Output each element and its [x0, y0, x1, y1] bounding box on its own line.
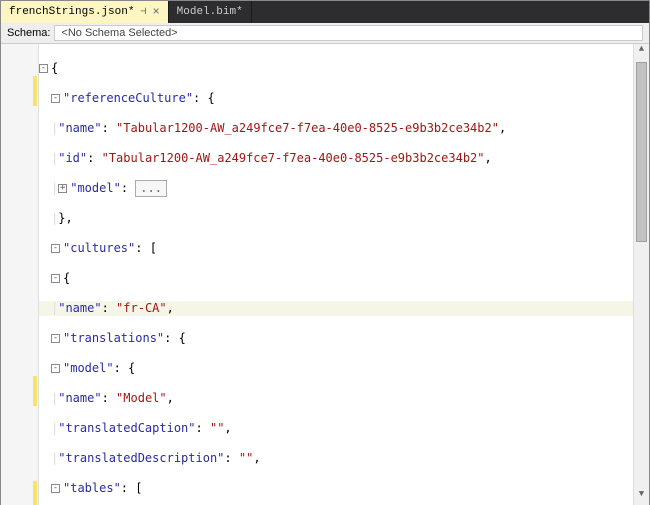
- json-key: "id": [58, 151, 87, 166]
- json-string: "": [210, 421, 224, 436]
- json-key: "tables": [63, 481, 121, 496]
- scroll-up-icon[interactable]: ▲: [634, 44, 649, 60]
- tab-model-bim[interactable]: Model.bim*: [169, 1, 252, 23]
- json-key: "translatedDescription": [58, 451, 224, 466]
- json-key: "model": [63, 361, 114, 376]
- vertical-scrollbar[interactable]: ▲ ▼: [633, 44, 649, 505]
- json-key: "cultures": [63, 241, 135, 256]
- change-marker: [33, 376, 37, 406]
- scroll-thumb[interactable]: [636, 62, 647, 242]
- change-marker: [33, 76, 37, 106]
- scroll-down-icon[interactable]: ▼: [634, 489, 649, 505]
- fold-icon[interactable]: -: [39, 64, 48, 73]
- json-string: "Model": [116, 391, 167, 406]
- fold-icon[interactable]: -: [51, 484, 60, 493]
- json-string: "Tabular1200-AW_a249fce7-f7ea-40e0-8525-…: [102, 151, 485, 166]
- json-key: "name": [58, 121, 101, 136]
- json-key: "referenceCulture": [63, 91, 193, 106]
- editor-area: -{ - "referenceCulture": { | "name": "Ta…: [1, 44, 649, 505]
- fold-icon[interactable]: -: [51, 94, 60, 103]
- tab-label: Model.bim*: [177, 6, 243, 18]
- schema-label: Schema:: [7, 27, 50, 39]
- fold-icon[interactable]: -: [51, 334, 60, 343]
- code-view[interactable]: -{ - "referenceCulture": { | "name": "Ta…: [39, 44, 633, 505]
- json-key: "model": [70, 181, 121, 196]
- collapsed-region[interactable]: ...: [135, 180, 167, 197]
- json-string: "Tabular1200-AW_a249fce7-f7ea-40e0-8525-…: [116, 121, 499, 136]
- json-string: "": [239, 451, 253, 466]
- change-marker: [33, 481, 37, 505]
- schema-selector[interactable]: <No Schema Selected>: [54, 25, 643, 41]
- fold-icon[interactable]: -: [51, 364, 60, 373]
- json-key: "translatedCaption": [58, 421, 195, 436]
- fold-icon[interactable]: -: [51, 244, 60, 253]
- json-key: "name": [58, 391, 101, 406]
- gutter: [1, 44, 39, 505]
- fold-icon[interactable]: -: [51, 274, 60, 283]
- json-key: "name": [58, 301, 101, 316]
- json-key: "translations": [63, 331, 164, 346]
- pin-icon[interactable]: ⊣: [140, 6, 146, 18]
- tab-label: frenchStrings.json*: [9, 6, 134, 18]
- schema-bar: Schema: <No Schema Selected>: [1, 23, 649, 44]
- tab-bar: frenchStrings.json* ⊣ × Model.bim*: [1, 1, 649, 23]
- json-string: "fr-CA": [116, 301, 167, 316]
- close-icon[interactable]: ×: [152, 5, 159, 19]
- fold-icon[interactable]: +: [58, 184, 67, 193]
- tab-french-strings[interactable]: frenchStrings.json* ⊣ ×: [1, 1, 169, 23]
